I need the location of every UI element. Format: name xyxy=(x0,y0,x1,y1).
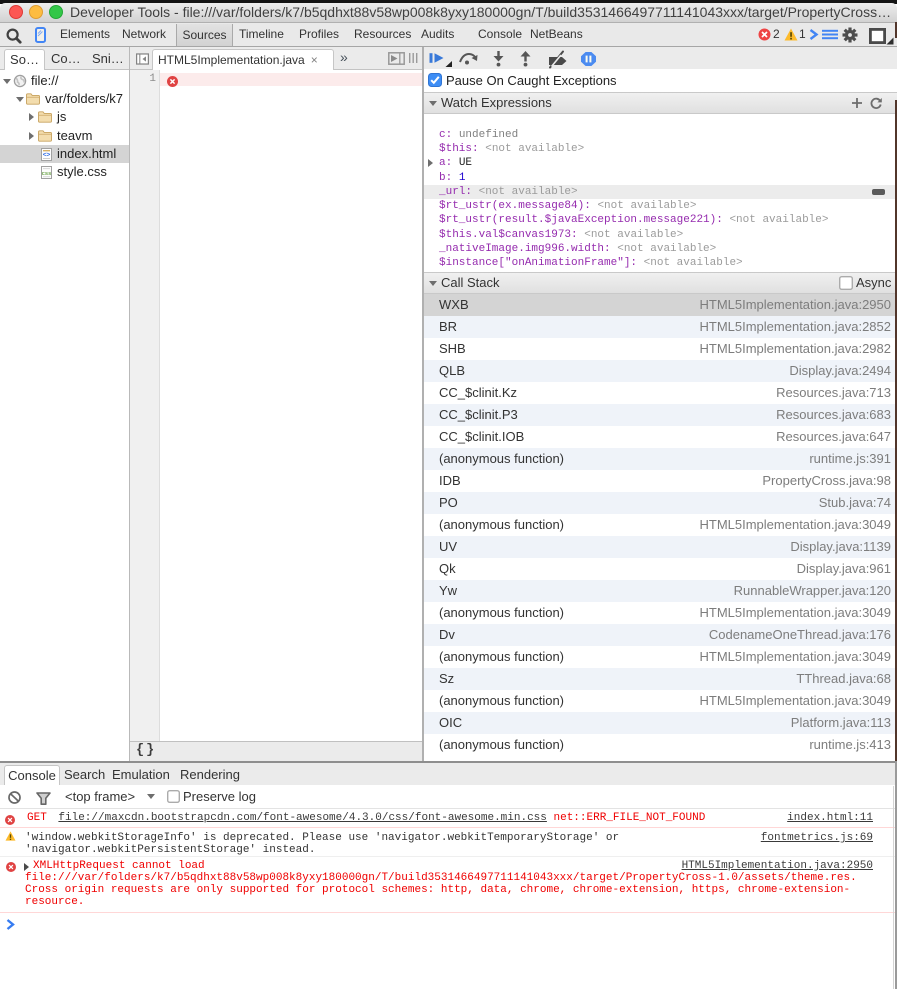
svg-text:css: css xyxy=(42,171,52,177)
svg-text:<>: <> xyxy=(43,152,51,159)
